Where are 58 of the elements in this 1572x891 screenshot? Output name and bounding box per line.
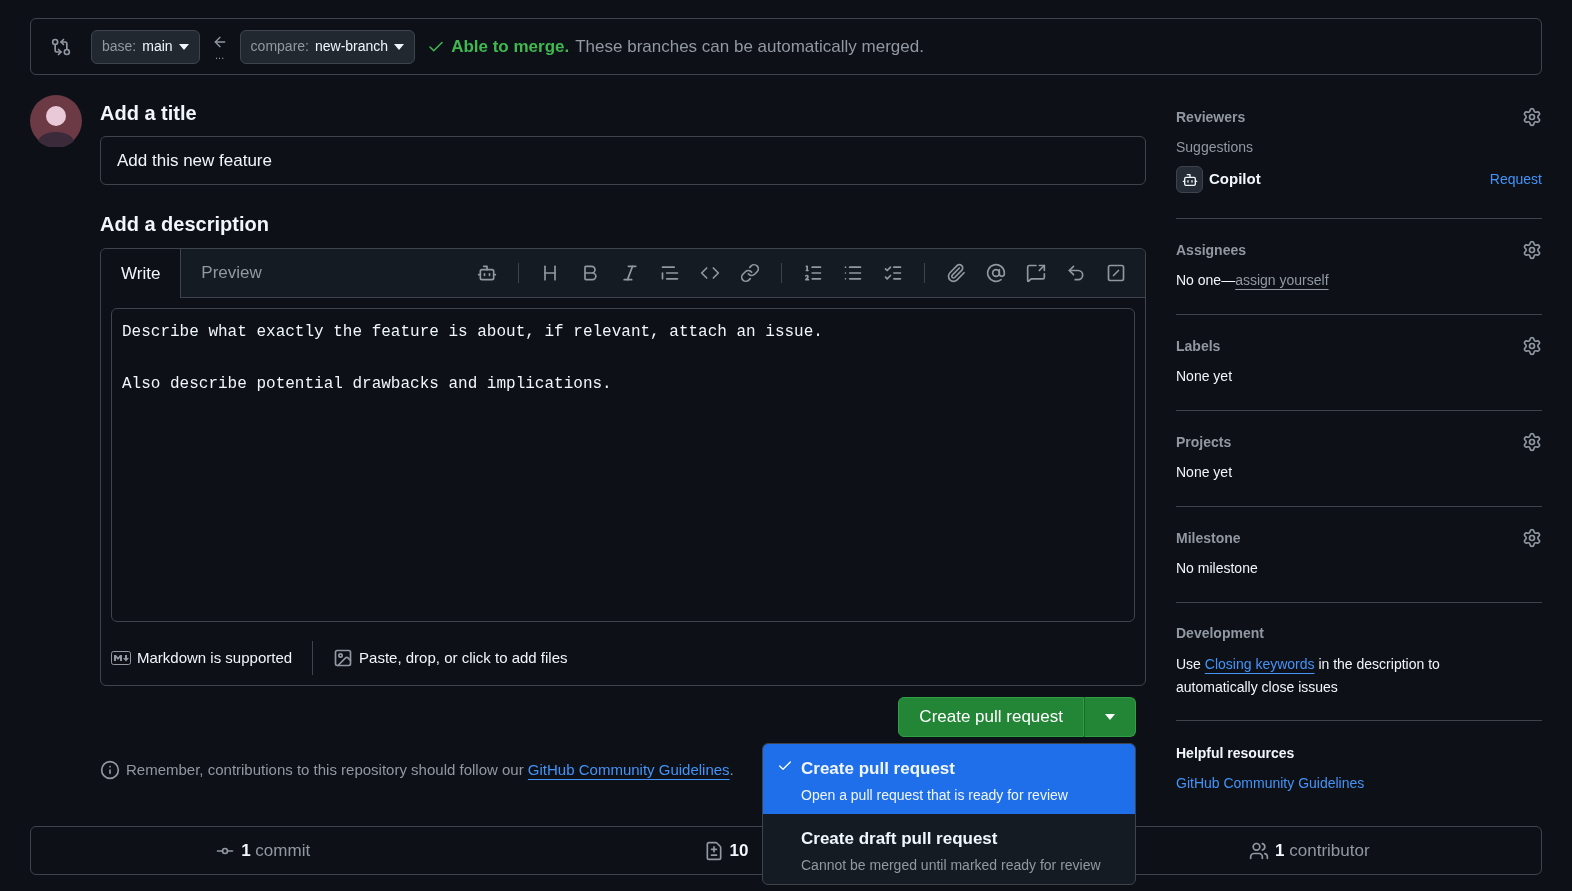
menu-item-title: Create draft pull request [801, 828, 999, 850]
section-value: No milestone [1176, 559, 1259, 578]
stat-link[interactable]: 1 contributor [1275, 837, 1370, 864]
section-heading: Development [1176, 623, 1264, 643]
development-text: Use Closing keywords in the description to automatically close issues [1176, 655, 1441, 697]
compare-branch-button[interactable]: compare: new-branch [239, 29, 416, 64]
markdown-note: Markdown is supported [137, 647, 293, 668]
suggestions-label: Suggestions [1176, 138, 1255, 157]
people-icon [1249, 840, 1270, 861]
section-value: None yet [1176, 367, 1234, 386]
settings-icon[interactable] [1522, 336, 1542, 356]
caret-icon [178, 43, 189, 50]
stat-link[interactable]: 10 [729, 837, 749, 864]
guidelines-link[interactable]: GitHub Community Guidelines [527, 761, 730, 778]
section-heading: Milestone [1176, 528, 1241, 548]
settings-icon[interactable] [1522, 528, 1542, 548]
info-icon [100, 760, 120, 781]
description-field[interactable]: Describe what exactly the feature is about, if relevant, attach an issue. Also describe potential drawbacks and implications. [111, 308, 1135, 622]
section-value: None yet [1176, 463, 1234, 482]
stat-link[interactable]: 1 commit [241, 837, 311, 864]
compare-icon [51, 36, 71, 57]
closing-keywords-link[interactable]: Closing keywords [1204, 656, 1315, 672]
merge-status: Able to merge. [451, 35, 570, 58]
menu-item-description: Open a pull request that is ready for review [801, 785, 1068, 805]
menu-item[interactable]: Create pull request Open a pull request that is ready for review [763, 744, 1135, 814]
editor-tab[interactable]: Preview [181, 249, 282, 297]
assignees-text: No one—assign yourself [1176, 271, 1330, 290]
avatar [30, 95, 82, 147]
section-heading: Projects [1176, 432, 1232, 452]
menu-item-description: Cannot be merged until marked ready for review [801, 855, 1101, 875]
create-pull-request-button[interactable]: Create pull request [898, 697, 1084, 737]
assign-yourself-link[interactable]: assign yourself [1235, 272, 1329, 288]
reviewer-name: Copilot [1209, 169, 1261, 190]
request-link[interactable]: Request [1489, 169, 1542, 190]
editor-tab[interactable]: Write [101, 249, 182, 298]
image-icon [333, 648, 354, 668]
merge-message: These branches can be automatically merged. [575, 35, 924, 58]
section-heading: Reviewers [1176, 107, 1246, 127]
section-heading: Labels [1176, 336, 1221, 356]
caret-icon [1105, 714, 1115, 720]
copilot-icon [1176, 166, 1203, 193]
settings-icon[interactable] [1522, 107, 1542, 127]
section-heading: Helpful resources [1176, 743, 1295, 763]
contribution-notice: Remember, contributions to this repository should follow our GitHub Community Guidelines. [126, 760, 734, 780]
markdown-icon [111, 651, 131, 665]
title-field[interactable]: Add this new feature [100, 136, 1146, 185]
description-label: Add a description [100, 212, 270, 237]
menu-item[interactable]: Create draft pull request Cannot be merged until marked ready for review [763, 814, 1135, 884]
section-heading: Assignees [1176, 240, 1247, 260]
dots: ... [215, 49, 225, 60]
base-branch-button[interactable]: base: main [91, 29, 200, 64]
settings-icon[interactable] [1522, 240, 1542, 260]
attach-files-note[interactable]: Paste, drop, or click to add files [359, 646, 568, 670]
guidelines-link[interactable]: GitHub Community Guidelines [1176, 773, 1542, 794]
title-label: Add a title [100, 101, 198, 126]
settings-icon[interactable] [1522, 432, 1542, 452]
caret-icon [394, 43, 405, 50]
menu-item-title: Create pull request [801, 758, 956, 780]
